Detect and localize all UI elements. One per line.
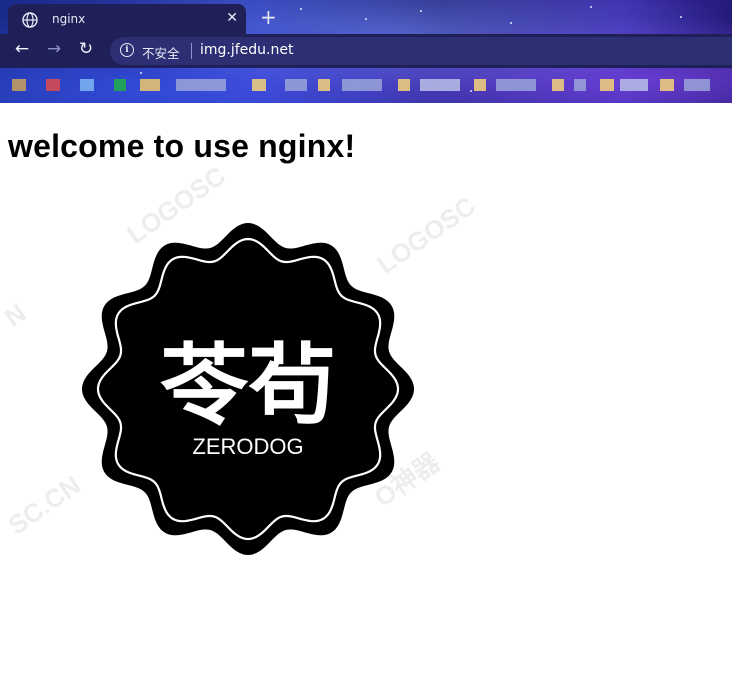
divider	[191, 43, 192, 59]
bookmark-item[interactable]	[80, 79, 94, 91]
bookmark-item[interactable]	[252, 79, 266, 91]
bookmark-item[interactable]	[12, 79, 26, 91]
security-label[interactable]: 不安全	[142, 43, 180, 62]
bookmark-item[interactable]	[600, 79, 614, 91]
bookmark-item[interactable]	[140, 79, 160, 91]
zerodog-logo: 苓茍 ZERODOG	[80, 220, 416, 562]
bookmark-item[interactable]	[474, 79, 486, 91]
bookmark-item[interactable]	[46, 79, 60, 91]
bookmark-item[interactable]	[552, 79, 564, 91]
bookmark-item[interactable]	[660, 79, 674, 91]
watermark: N	[0, 297, 32, 333]
info-icon[interactable]: i	[120, 43, 134, 57]
bookmark-item[interactable]	[620, 79, 648, 91]
bookmark-item[interactable]	[496, 79, 536, 91]
close-icon[interactable]: ✕	[226, 10, 238, 26]
globe-icon	[22, 12, 38, 32]
bookmark-item[interactable]	[684, 79, 710, 91]
forward-button[interactable]: →	[42, 39, 66, 59]
url-text[interactable]: img.jfedu.net	[200, 42, 293, 58]
page-heading: welcome to use nginx!	[8, 128, 356, 164]
logo-english-text: ZERODOG	[192, 434, 303, 459]
new-tab-button[interactable]: +	[260, 5, 277, 29]
bookmark-item[interactable]	[398, 79, 410, 91]
watermark: SC.CN	[2, 469, 86, 541]
logo-chinese-text: 苓茍	[160, 333, 336, 437]
bookmark-item[interactable]	[176, 79, 226, 91]
reload-button[interactable]: ↻	[74, 39, 98, 59]
bookmark-item[interactable]	[574, 79, 586, 91]
toolbar: ← → ↻ i 不安全 img.jfedu.net	[0, 34, 732, 68]
browser-chrome: nginx ✕ + ← → ↻ i 不安全 img.jfedu.net	[0, 0, 732, 103]
bookmark-item[interactable]	[318, 79, 330, 91]
back-button[interactable]: ←	[10, 39, 34, 59]
address-bar[interactable]: i 不安全 img.jfedu.net	[110, 37, 732, 65]
tab-nginx[interactable]: nginx ✕	[8, 4, 246, 34]
bookmark-item[interactable]	[342, 79, 382, 91]
bookmark-item[interactable]	[114, 79, 126, 91]
tab-title: nginx	[52, 12, 86, 26]
bookmark-item[interactable]	[285, 79, 307, 91]
bookmark-item[interactable]	[420, 79, 460, 91]
